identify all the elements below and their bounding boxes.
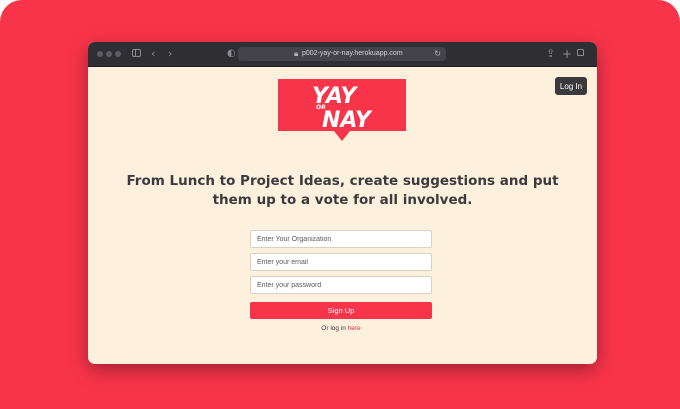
login-prompt-text: Or log in (321, 325, 348, 332)
window-maximize-button[interactable] (115, 51, 121, 57)
window-close-button[interactable] (97, 51, 103, 57)
back-icon[interactable]: ‹ (151, 46, 155, 62)
organization-input[interactable] (250, 230, 432, 248)
logo-text-nay: NAY (322, 108, 373, 133)
window-minimize-button[interactable] (106, 51, 112, 57)
address-bar[interactable]: 🔒︎ p002-yay-or-nay.herokuapp.com ↻ (238, 47, 446, 61)
tab-overview-icon[interactable] (577, 49, 584, 56)
login-here-link[interactable]: here (348, 325, 361, 332)
forward-icon[interactable]: › (168, 46, 172, 62)
password-input[interactable] (250, 276, 432, 294)
hero-headline: From Lunch to Project Ideas, create sugg… (126, 173, 559, 208)
login-button[interactable]: Log In (555, 77, 587, 95)
login-prompt: Or log in here (250, 325, 432, 332)
url-text: p002-yay-or-nay.herokuapp.com (302, 50, 403, 57)
lock-icon: 🔒︎ (294, 49, 299, 58)
browser-window: ‹ › ◐ 🔒︎ p002-yay-or-nay.herokuapp.com ↻… (88, 42, 597, 364)
browser-toolbar: ‹ › ◐ 🔒︎ p002-yay-or-nay.herokuapp.com ↻… (88, 42, 597, 67)
signup-button[interactable]: Sign Up (250, 302, 432, 319)
shield-icon[interactable]: ◐ (227, 46, 236, 62)
email-input[interactable] (250, 253, 432, 271)
new-tab-icon[interactable]: + (562, 46, 572, 62)
share-icon[interactable]: ⇪ (546, 46, 555, 62)
yay-or-nay-logo: YAY OR NAY (278, 79, 406, 141)
sidebar-icon[interactable] (132, 49, 141, 57)
reload-icon[interactable]: ↻ (434, 48, 441, 60)
